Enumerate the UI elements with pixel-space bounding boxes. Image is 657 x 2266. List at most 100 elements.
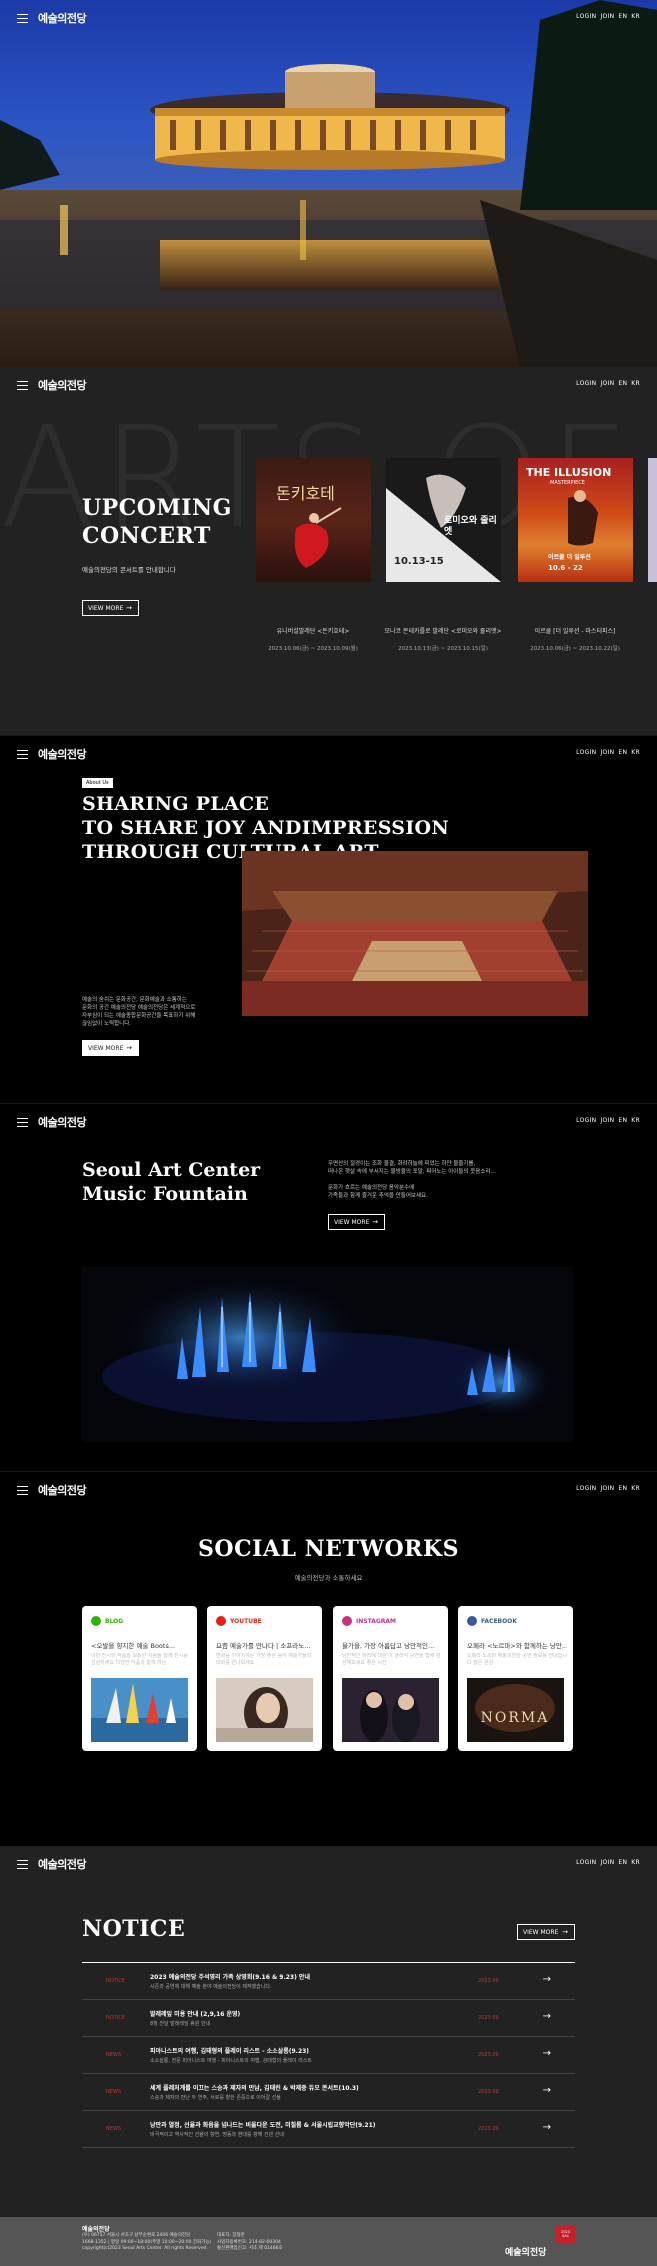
arrow-right-icon[interactable]: →: [543, 1974, 551, 1985]
util-menu: LOGIN JOIN EN KR: [572, 1485, 640, 1492]
about-desc-line3: 자부심이 되는 예술종합문화공간을 목표하기 위해: [82, 1013, 196, 1019]
poster-2-caption: 모나코 몬테카를로 발레단 <로미오와 줄리엣>: [384, 628, 502, 635]
notice-row[interactable]: NEWS 피아니스트의 여행, 김태형의 플레이 리스트 - 소소살롱(9.23…: [82, 2037, 575, 2074]
footer-company: 대표자: 장형준 사업자등록번호: 214-82-00304 통신판매업신고: …: [217, 2233, 283, 2253]
concert-poster-1[interactable]: 돈키호테: [256, 458, 371, 582]
fountain-title-line2: Music Fountain: [82, 1183, 248, 1205]
join-link[interactable]: JOIN: [600, 1117, 614, 1124]
arrow-right-icon[interactable]: →: [543, 2011, 551, 2022]
concert-poster-3[interactable]: THE ILLUSION MASTERPIECE 이르쿨 더 일루션 10.6 …: [518, 458, 633, 582]
footer-logo[interactable]: 예술의전당: [505, 2245, 546, 2258]
notice-view-more-button[interactable]: VIEW MORE →: [517, 1924, 575, 1940]
fountain-title-line1: Seoul Art Center: [82, 1159, 261, 1181]
notice-row[interactable]: NOTICE 2023 예술의전당 주석영리 가족 상영회(9.16 & 9.2…: [82, 1963, 575, 2000]
concert-poster-4-partial[interactable]: [648, 458, 657, 582]
lang-en-link[interactable]: EN: [618, 749, 627, 756]
join-link[interactable]: JOIN: [600, 749, 614, 756]
fountain-image: [82, 1267, 573, 1442]
card-desc: 이번 전시의 작품을 보통한 사람들 함께 전시를 감상하세요 다양한 작품과 …: [91, 1653, 188, 1666]
arrow-right-icon[interactable]: →: [543, 2085, 551, 2096]
lang-kr-link[interactable]: KR: [631, 1859, 640, 1866]
logo[interactable]: 예술의전당: [38, 10, 87, 26]
global-nav: 예술의전당 LOGIN JOIN EN KR: [0, 1472, 657, 1508]
lang-kr-link[interactable]: KR: [631, 1117, 640, 1124]
social-card-blog[interactable]: BLOG <오발을 향지한 예술 Boots... 이번 전시의 작품을 보통한…: [82, 1606, 197, 1751]
menu-icon[interactable]: [17, 1118, 28, 1127]
join-link[interactable]: JOIN: [600, 13, 614, 20]
poster-3-kr-text: 이르쿨 더 일루션: [548, 554, 591, 561]
social-card-facebook[interactable]: FACEBOOK 오페라 <노르마>와 함께하는 낭만... 오페라 노르마 예…: [458, 1606, 573, 1751]
menu-icon[interactable]: [17, 1860, 28, 1869]
lang-en-link[interactable]: EN: [618, 13, 627, 20]
menu-icon[interactable]: [17, 14, 28, 23]
join-link[interactable]: JOIN: [600, 380, 614, 387]
card-name: BLOG: [105, 1618, 124, 1625]
notice-row[interactable]: NEWS 낭만과 열정, 선율과 화음을 넘나드는 비올다운 도전, 미칠롬 &…: [82, 2111, 575, 2148]
notice-item-title: 피아니스트의 여행, 김태형의 플레이 리스트 - 소소살롱(9.23): [150, 2048, 310, 2055]
login-link[interactable]: LOGIN: [576, 1485, 596, 1492]
login-link[interactable]: LOGIN: [576, 1859, 596, 1866]
view-more-label: VIEW MORE: [88, 605, 124, 612]
join-link[interactable]: JOIN: [600, 1859, 614, 1866]
notice-item-date: 2023.09: [478, 2089, 499, 2095]
lang-en-link[interactable]: EN: [618, 1859, 627, 1866]
card-name: FACEBOOK: [481, 1618, 517, 1625]
lang-en-link[interactable]: EN: [618, 380, 627, 387]
global-nav: 예술의전당 LOGIN JOIN EN KR: [0, 736, 657, 772]
logo[interactable]: 예술의전당: [38, 1114, 87, 1130]
fountain-desc-line1: 우면산의 절경이는 조화 물결, 화려하늘에 피었는 하얀 물줄기를,: [328, 1161, 476, 1167]
logo[interactable]: 예술의전당: [38, 377, 87, 393]
concert-title: UPCOMING CONCERT: [82, 494, 232, 550]
lang-kr-link[interactable]: KR: [631, 749, 640, 756]
menu-icon[interactable]: [17, 381, 28, 390]
about-desc-line4: 끊임없이 노력합니다.: [82, 1021, 132, 1027]
about-title-line2: TO SHARE JOY ANDIMPRESSION: [82, 817, 450, 839]
footer-badge: 2023 SAC: [556, 2225, 575, 2244]
lang-en-link[interactable]: EN: [618, 1485, 627, 1492]
lang-kr-link[interactable]: KR: [631, 1485, 640, 1492]
about-tag: About Us: [82, 778, 113, 788]
social-card-instagram[interactable]: INSTAGRAM 율가을, 가장 아름답고 낭만적인... 낭만적인 파리에 …: [333, 1606, 448, 1751]
notice-item-desc: 소소살롱, 전문 피아니스트 여행 - 피아니스트의 여행, 김태형의 플레이 …: [150, 2058, 312, 2064]
about-view-more-button[interactable]: VIEW MORE →: [82, 1040, 139, 1056]
notice-item-date: 2023.09: [478, 1978, 499, 1984]
arrow-right-icon[interactable]: →: [543, 2122, 551, 2133]
login-link[interactable]: LOGIN: [576, 749, 596, 756]
notice-item-desc: 8월 전달 발레레잎 휴원 안내: [150, 2021, 211, 2027]
menu-icon[interactable]: [17, 1486, 28, 1495]
logo[interactable]: 예술의전당: [38, 1482, 87, 1498]
global-nav: 예술의전당 LOGIN JOIN EN KR: [0, 0, 657, 36]
social-card-youtube[interactable]: YOUTUBE 요즘 예술가를 만나다 | 소프라노... 변화를 이야기하는 …: [207, 1606, 322, 1751]
concert-poster-2[interactable]: 로미오와 줄리엣 10.13-15: [386, 458, 501, 582]
logo[interactable]: 예술의전당: [38, 746, 87, 762]
card-title: <오발을 향지한 예술 Boots...: [91, 1642, 176, 1650]
logo[interactable]: 예술의전당: [38, 1856, 87, 1872]
lang-kr-link[interactable]: KR: [631, 380, 640, 387]
fountain-desc-line2: 떠나온 햇살 속에 부서지는 물방울의 포말, 찌어노는 아이들의 웃음소리..…: [328, 1169, 496, 1175]
menu-icon[interactable]: [17, 750, 28, 759]
login-link[interactable]: LOGIN: [576, 380, 596, 387]
join-link[interactable]: JOIN: [600, 1485, 614, 1492]
poster-2-title-text: 로미오와 줄리엣: [444, 516, 497, 537]
concert-title-line1: UPCOMING: [82, 495, 232, 521]
arrow-right-icon: →: [562, 1928, 568, 1936]
arrow-right-icon[interactable]: →: [543, 2048, 551, 2059]
login-link[interactable]: LOGIN: [576, 13, 596, 20]
notice-category: NOTICE: [106, 2015, 125, 2021]
social-title: SOCIAL NETWORKS: [198, 1536, 459, 1562]
poster-1-caption: 유니버설발레단 <돈키호테>: [276, 628, 350, 635]
login-link[interactable]: LOGIN: [576, 1117, 596, 1124]
fountain-view-more-button[interactable]: VIEW MORE →: [328, 1214, 385, 1230]
notice-row[interactable]: NEWS 세계 플레처계를 이끄는 스승과 제자의 만남, 김태린 & 박제중 …: [82, 2074, 575, 2111]
poster-1-dancer: [294, 507, 342, 568]
concert-view-more-button[interactable]: VIEW MORE →: [82, 600, 139, 616]
notice-row[interactable]: NOTICE 발레레잎 미용 안내 (2,9,16 운영) 8월 전달 발레레잎…: [82, 2000, 575, 2037]
global-nav: 예술의전당 LOGIN JOIN EN KR: [0, 1846, 657, 1882]
notice-category: NEWS: [106, 2052, 122, 2058]
card-thumbnail: [216, 1678, 313, 1742]
lang-kr-link[interactable]: KR: [631, 13, 640, 20]
lang-en-link[interactable]: EN: [618, 1117, 627, 1124]
notice-category: NOTICE: [106, 1978, 125, 1984]
card-desc: 오페라 노르마 예술의전당 공연 정보를 안내합니다 많은 관심: [467, 1653, 567, 1666]
about-desc-line2: 문화의 공간 예술의전당 예술의전당은 세계적으로: [82, 1005, 196, 1011]
